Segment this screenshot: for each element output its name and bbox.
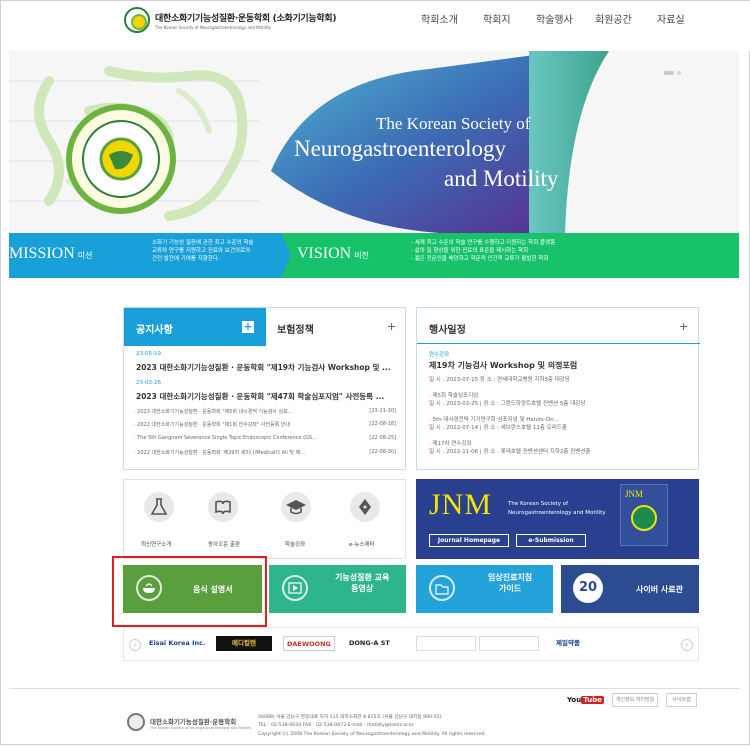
hero-slider-dots[interactable] — [664, 60, 684, 79]
quick-link-newsletter[interactable]: e-뉴스레터 — [349, 540, 375, 548]
events-more-button[interactable]: + — [679, 320, 688, 333]
event-item-title[interactable]: · 제5회 학술심포지엄 — [429, 391, 478, 399]
quick-link-lectures[interactable]: 학술강좌 — [285, 540, 305, 548]
notice-panel: 공지사항 + 보험정책 + 23-05-19 2023 대한소화기기능성질환 ·… — [123, 307, 406, 470]
nav-item-about[interactable]: 학회소개 — [421, 11, 458, 26]
graduation-cap-icon[interactable] — [281, 492, 311, 522]
event-item-info: 일 시 : 2022-11-06 | 장 소 : 롯데호텔 컨벤션센터 지하2층… — [429, 449, 591, 455]
book-icon[interactable] — [208, 492, 238, 522]
footer-contact: TEL : 02-538-0634 FAX : 02-538-0672 E-ma… — [258, 723, 414, 728]
site-subtitle: The Korean Society of Neurogastroenterol… — [155, 25, 271, 30]
vision-text: - 세계 최고 수준의 학술 연구를 수행하고 지원하는 학회 플랫폼 - 삶의… — [411, 240, 556, 262]
page-frame: 대한소화기기능성질환·운동학회 (소화기기능학회) The Korean Soc… — [0, 0, 750, 745]
quick-links-panel: 최신연구소개 동아꼬운 출판 학술강좌 e-뉴스레터 — [123, 479, 406, 559]
mission-band: MISSION 미션 소화기 기능성 질환에 관한 최고 수준의 학술 교류와 연… — [9, 233, 281, 278]
footer-society-subtitle: The Korean Society of Neurogastroenterol… — [150, 726, 252, 730]
vision-heading: VISION 비전 — [297, 245, 369, 262]
notice-more-button[interactable]: + — [242, 321, 254, 333]
cyber-archive-button[interactable]: 20 사이버 사료관 — [561, 565, 699, 613]
notice-list-item[interactable]: · 2022 대한소화기기능성질환 · 운동학회 '제29차 세미나/Medic… — [134, 449, 396, 459]
sponsor-logo-eisai[interactable]: Eisai Korea Inc. — [149, 636, 205, 651]
site-footer: You Tube 개인정보 처리방침 사이트맵 대한소화기기능성질환·운동학회 T… — [1, 689, 750, 746]
event-item-title[interactable]: · 5th 대사경전략 기기연구회 심포지엄 및 Hands-On... — [429, 415, 559, 423]
journal-homepage-button[interactable]: Journal Homepage — [429, 534, 509, 547]
quick-link-research[interactable]: 최신연구소개 — [141, 540, 171, 548]
sponsor-next-arrow-icon[interactable]: › — [681, 639, 693, 651]
hero-title-line2: Neurogastroenterology — [294, 136, 507, 161]
events-title: 행사일정 — [429, 325, 466, 336]
sponsor-logo-daewoong[interactable]: DAEWOONG — [283, 636, 335, 651]
e-submission-button[interactable]: e-Submission — [516, 534, 586, 547]
vision-band: VISION 비전 - 세계 최고 수준의 학술 연구를 수행하고 지원하는 학회… — [281, 233, 739, 278]
youtube-link[interactable]: You Tube — [567, 693, 604, 707]
folder-icon — [429, 575, 455, 601]
jnm-logo: JNM — [429, 488, 493, 521]
cyber-archive-label: 사이버 사료관 — [636, 585, 683, 594]
flask-icon[interactable] — [144, 492, 174, 522]
pen-nib-icon[interactable] — [350, 492, 380, 522]
clinical-guideline-button[interactable]: 임상진료지침 가이드 — [416, 565, 553, 613]
notice-list-item[interactable]: · 2023 대한소화기기능성질환 · 운동학회 "제5회 내시경적 기능검사 … — [134, 408, 396, 418]
sponsor-logo-dong-a-st[interactable]: DONG-A ST — [349, 636, 390, 651]
jnm-society-name: The Korean Society of Neurogastroenterol… — [508, 501, 606, 516]
nav-item-archive[interactable]: 자료실 — [657, 11, 685, 26]
notice-list-item[interactable]: · The 5th Gangnam Severance Single Topic… — [134, 435, 396, 445]
notice-featured-title[interactable]: 2023 대한소화기기능성질환 · 운동학회 "제19차 기능검사 Worksh… — [136, 362, 391, 373]
notice-date: 23-03-26 — [136, 380, 161, 386]
notice-list-item[interactable]: · 2022 대한소화기기능성질환 · 운동학회 "제1회 연수강좌" 사전등록… — [134, 421, 396, 431]
jnm-cover-image[interactable]: JNM — [620, 484, 668, 546]
event-featured-info: 일 시 : 2023-07-15 장 소 : 연세대학교병원 지하3층 대강당 — [429, 377, 570, 383]
footer-copyright: Copyright (c) 2008 The Korean Society of… — [258, 732, 486, 737]
event-item-info: 일 시 : 2022-07-14 | 장 소 : 세브란스호텔 11층 오리드홀 — [429, 425, 567, 431]
nav-item-members[interactable]: 회원공간 — [595, 11, 632, 26]
sponsor-logo-jeil[interactable]: 제일약품 — [556, 636, 580, 651]
sponsor-logo-blank-2[interactable] — [479, 636, 539, 651]
sponsor-logo-medical[interactable]: 메디컬텐 — [216, 636, 272, 651]
hero-title-line1: The Korean Society of — [376, 114, 531, 133]
mission-text: 소화기 기능성 질환에 관한 최고 수준의 학술 교류와 연구를 지원하고 진료… — [152, 240, 254, 262]
footer-society-name: 대한소화기기능성질환·운동학회 — [150, 718, 237, 726]
tab-notice[interactable]: 공지사항 + — [124, 308, 266, 346]
event-category: 연수강좌 — [429, 352, 450, 358]
sitemap-button[interactable]: 사이트맵 — [666, 693, 697, 707]
events-divider — [417, 343, 700, 344]
clinical-guideline-label: 임상진료지침 가이드 — [488, 573, 533, 593]
events-panel: 행사일정 + 연수강좌 제19차 기능검사 Workshop 및 의정포럼 일 … — [416, 307, 700, 470]
anniversary-20-icon: 20 — [573, 573, 603, 603]
event-item-title[interactable]: · 제17차 연수강좌 — [429, 439, 472, 447]
mission-heading: MISSION 미션 — [9, 245, 93, 262]
notice-featured-title[interactable]: 2023 대한소화기기능성질환 · 운동학회 "제47회 학술심포지엄" 사전등… — [136, 391, 384, 402]
education-video-label: 기능성질환 교육 동영상 — [335, 573, 390, 593]
sponsor-prev-arrow-icon[interactable]: ‹ — [129, 639, 141, 651]
society-logo-icon[interactable] — [124, 7, 150, 33]
insurance-more-button[interactable]: + — [387, 320, 396, 333]
quick-link-publication[interactable]: 동아꼬운 출판 — [208, 540, 240, 548]
event-item-info: 일 시 : 2023-02-25 | 장 소 : 그랜드하얏트호텔 컨벤션 5층… — [429, 401, 586, 407]
nav-item-events[interactable]: 학술행사 — [536, 11, 573, 26]
vision-arrow-shape — [281, 233, 291, 278]
sponsor-logo-blank-1[interactable] — [416, 636, 476, 651]
tab-insurance-policy[interactable]: 보험정책 — [277, 321, 314, 336]
sponsor-carousel: ‹ Eisai Korea Inc. 메디컬텐 DAEWOONG DONG-A … — [123, 627, 699, 661]
education-video-button[interactable]: 기능성질환 교육 동영상 — [269, 565, 406, 613]
site-title[interactable]: 대한소화기기능성질환·운동학회 (소화기기능학회) — [155, 11, 336, 24]
video-play-icon — [282, 575, 308, 601]
jnm-journal-banner[interactable]: JNM The Korean Society of Neurogastroent… — [416, 479, 699, 559]
notice-date: 23-05-19 — [136, 351, 161, 357]
privacy-policy-button[interactable]: 개인정보 처리방침 — [612, 693, 658, 707]
hero-title-line3: and Motility — [444, 166, 559, 191]
highlight-outline — [112, 556, 267, 627]
site-header: 대한소화기기능성질환·운동학회 (소화기기능학회) The Korean Soc… — [1, 1, 750, 51]
footer-address: 06089) 서울 강남구 영동대로 지하 115 대학소회관 8 815호 (… — [258, 715, 442, 720]
nav-item-journal[interactable]: 학회지 — [483, 11, 511, 26]
event-featured-title[interactable]: 제19차 기능검사 Workshop 및 의정포럼 — [429, 360, 577, 371]
footer-society-logo-icon — [127, 713, 145, 731]
